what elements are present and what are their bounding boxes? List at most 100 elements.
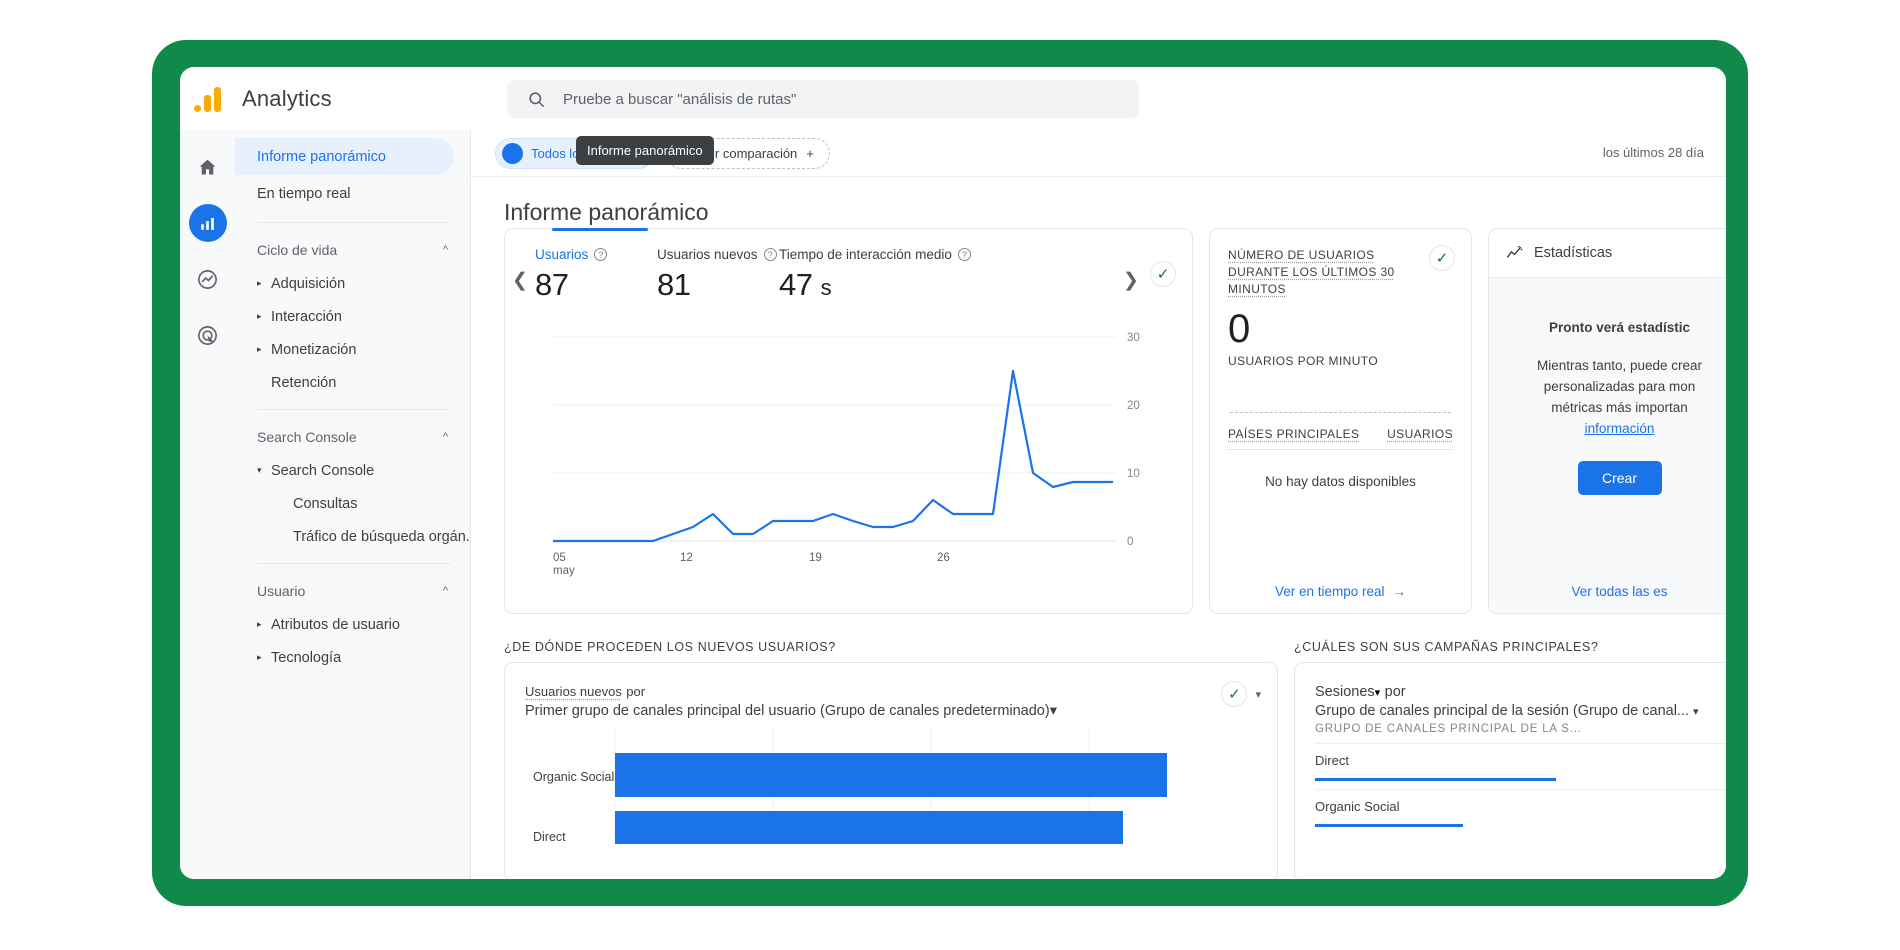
- y-tick-20: 20: [1127, 400, 1140, 412]
- metric-usuarios[interactable]: Usuarios ? 87: [535, 247, 657, 303]
- metric-label: Usuarios nuevos: [657, 247, 758, 262]
- sidebar-group-usuario[interactable]: Usuario ^: [235, 574, 470, 608]
- data-quality-check-icon[interactable]: ✓: [1221, 681, 1248, 707]
- rail-item-explore[interactable]: [189, 260, 227, 298]
- table-row[interactable]: Organic Social: [1315, 789, 1726, 827]
- help-icon[interactable]: ?: [594, 248, 608, 261]
- app-screen: Analytics Pruebe a buscar "análisis de r…: [180, 67, 1726, 879]
- icon-rail: [180, 130, 235, 879]
- sidebar-item-label: Tráfico de búsqueda orgán...: [293, 528, 478, 545]
- date-range-selector[interactable]: los últimos 28 día: [1603, 145, 1704, 160]
- insights-card: Estadísticas Pronto verá estadístic Mien…: [1488, 228, 1726, 614]
- new-users-bar-card: Usuarios nuevos por Primer grupo de cana…: [504, 662, 1278, 879]
- sidebar-item-label: En tiempo real: [257, 185, 351, 202]
- metric-tiempo-interaccion[interactable]: Tiempo de interacción medio ? 47 s: [779, 247, 994, 303]
- create-insight-button[interactable]: Crear: [1577, 461, 1662, 495]
- search-icon: [529, 91, 545, 107]
- realtime-table-headers: PAÍSES PRINCIPALES USUARIOS: [1228, 427, 1453, 441]
- realtime-value: 0: [1228, 307, 1251, 351]
- metric-usuarios-nuevos[interactable]: Usuarios nuevos ? 81: [657, 247, 779, 303]
- camp-card-dimension[interactable]: Grupo de canales principal de la sesión …: [1315, 703, 1726, 719]
- sidebar-divider: [257, 222, 450, 223]
- bar-card-dimension[interactable]: Primer grupo de canales principal del us…: [525, 703, 1257, 719]
- sidebar-item-en-tiempo-real[interactable]: En tiempo real: [235, 175, 454, 212]
- chevron-right-icon: ▸: [257, 278, 262, 288]
- page-title: Informe panorámico: [504, 199, 709, 225]
- bar-direct: [615, 811, 1123, 855]
- sidebar-item-monetizacion[interactable]: ▸ Monetización: [235, 333, 470, 366]
- plus-icon: +: [806, 145, 814, 161]
- section-title-new-users-source: ¿DE DÓNDE PROCEDEN LOS NUEVOS USUARIOS?: [504, 640, 836, 654]
- camp-card-connector: por: [1384, 684, 1406, 700]
- next-metric-button[interactable]: ❯: [1116, 269, 1146, 292]
- chevron-down-icon[interactable]: ▾: [1255, 688, 1261, 701]
- camp-row-name: Organic Social: [1315, 799, 1400, 814]
- sidebar-item-adquisicion[interactable]: ▸ Adquisición: [235, 267, 470, 300]
- metric-label: Usuarios: [535, 247, 589, 262]
- rail-item-advertising[interactable]: [189, 316, 227, 354]
- sidebar-item-label: Search Console: [271, 462, 375, 479]
- chevron-up-icon: ^: [442, 431, 448, 443]
- sidebar-item-interaccion[interactable]: ▸ Interacción: [235, 300, 470, 333]
- insights-icon: [1506, 245, 1523, 258]
- sidebar-item-label: Informe panorámico: [257, 148, 386, 165]
- chevron-down-icon[interactable]: ▾: [1050, 703, 1057, 719]
- insights-footer-link[interactable]: Ver todas las es: [1489, 584, 1726, 599]
- rail-item-home[interactable]: [189, 148, 227, 186]
- help-icon[interactable]: ?: [957, 248, 971, 261]
- sidebar-item-atributos-de-usuario[interactable]: ▸ Atributos de usuario: [235, 608, 470, 641]
- sidebar-item-retencion[interactable]: Retención: [235, 366, 470, 399]
- prev-metric-button[interactable]: ❮: [505, 269, 535, 292]
- chevron-down-icon[interactable]: ▾: [1375, 687, 1381, 699]
- sidebar-group-ciclo-de-vida[interactable]: Ciclo de vida ^: [235, 233, 470, 267]
- x-tick-26: 26: [937, 552, 950, 564]
- realtime-empty-state: No hay datos disponibles: [1265, 474, 1416, 489]
- sidebar-item-label: Atributos de usuario: [271, 616, 400, 633]
- metric-row: ❮ Usuarios ? 87 Usuarios nuevos ? 81 Tie…: [505, 229, 1192, 303]
- cards-row: ❮ Usuarios ? 87 Usuarios nuevos ? 81 Tie…: [504, 228, 1726, 614]
- new-users-bar-chart: Organic Social Direct: [533, 729, 1167, 855]
- x-tick-05: 05: [553, 552, 566, 564]
- camp-column-header: GRUPO DE CANALES PRINCIPAL DE LA S...: [1315, 723, 1582, 735]
- bar-card-dimension-selector[interactable]: Usuarios nuevos por Primer grupo de cana…: [525, 683, 1257, 719]
- chevron-down-icon[interactable]: ▾: [1693, 706, 1699, 718]
- bar-organic-social: [615, 753, 1167, 797]
- camp-card-metric: Sesiones: [1315, 684, 1375, 700]
- sidebar-item-tecnologia[interactable]: ▸ Tecnología: [235, 641, 470, 674]
- data-quality-check-icon[interactable]: ✓: [1429, 245, 1455, 271]
- sidebar-item-informe-panoramico[interactable]: Informe panorámico: [235, 138, 454, 175]
- data-quality-check-icon[interactable]: ✓: [1150, 261, 1176, 287]
- sidebar-item-label: Interacción: [271, 308, 342, 325]
- explore-icon: [198, 269, 217, 289]
- bar-label-direct: Direct: [533, 830, 566, 844]
- section-title-top-campaigns: ¿CUÁLES SON SUS CAMPAÑAS PRINCIPALES?: [1294, 640, 1599, 654]
- chevron-right-icon: ▸: [257, 619, 262, 629]
- sidebar-group-search-console[interactable]: Search Console ^: [235, 420, 470, 454]
- insights-more-info-link[interactable]: información: [1585, 421, 1655, 436]
- analytics-logo-icon: [194, 86, 224, 112]
- sidebar-item-label: Consultas: [293, 495, 358, 512]
- realtime-title: NÚMERO DE USUARIOS DURANTE LOS ÚLTIMOS 3…: [1228, 248, 1395, 296]
- sidebar-item-search-console[interactable]: ▾ Search Console: [235, 454, 470, 487]
- table-row[interactable]: Direct: [1315, 743, 1726, 781]
- search-bar[interactable]: [507, 80, 1139, 118]
- search-input[interactable]: [563, 90, 1083, 108]
- x-tick-19: 19: [809, 552, 822, 564]
- camp-card-metric-selector[interactable]: Sesiones▾ por: [1315, 683, 1726, 701]
- insights-header-label: Estadísticas: [1534, 245, 1613, 261]
- rail-item-reports[interactable]: [188, 204, 227, 242]
- x-tick-12: 12: [680, 552, 693, 564]
- x-tick-05-month: may: [553, 565, 575, 577]
- bar-card-connector: por: [626, 684, 646, 699]
- chevron-right-icon: ▸: [257, 344, 262, 354]
- help-icon[interactable]: ?: [763, 248, 777, 261]
- sidebar-item-trafico-busqueda-organica[interactable]: Tráfico de búsqueda orgán...: [235, 520, 478, 553]
- insights-line-2: personalizadas para mon: [1543, 379, 1696, 394]
- sidebar-item-label: Retención: [271, 374, 337, 391]
- insights-title: Pronto verá estadístic: [1548, 320, 1691, 335]
- y-tick-30: 30: [1127, 332, 1140, 344]
- chevron-up-icon: ^: [442, 244, 448, 256]
- sidebar-item-consultas[interactable]: Consultas: [235, 487, 470, 520]
- metrics-chart-card: ❮ Usuarios ? 87 Usuarios nuevos ? 81 Tie…: [504, 228, 1193, 614]
- realtime-link[interactable]: Ver en tiempo real →: [1210, 584, 1471, 599]
